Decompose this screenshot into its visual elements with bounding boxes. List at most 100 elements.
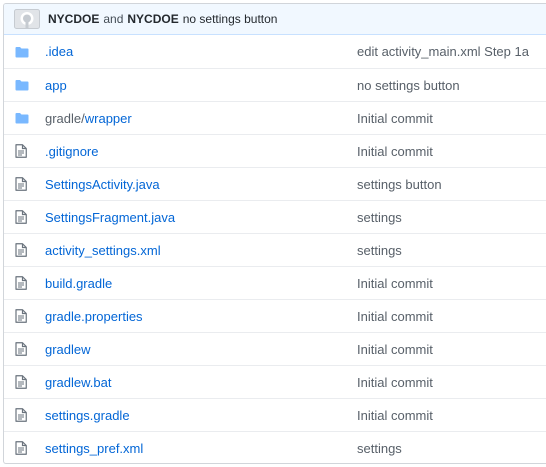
- commit-message-cell: no settings button: [357, 78, 546, 93]
- entry-name: SettingsFragment.java: [45, 209, 176, 225]
- file-row[interactable]: app no settings button: [4, 68, 546, 101]
- commit-message-link[interactable]: Initial commit: [357, 408, 433, 423]
- file-link[interactable]: settings.gradle: [45, 408, 130, 423]
- entry-name: gradlew: [45, 341, 91, 357]
- commit-message-link[interactable]: Initial commit: [357, 375, 433, 390]
- latest-commit-bar: NYCDOE and NYCDOE no settings button: [4, 4, 546, 35]
- file-icon: [4, 144, 45, 158]
- entry-name: settings_pref.xml: [45, 440, 144, 456]
- commit-join-word: and: [103, 12, 124, 26]
- commit-message-link[interactable]: Initial commit: [357, 276, 433, 291]
- file-icon: [4, 309, 45, 323]
- file-icon: [4, 210, 45, 224]
- file-list: .idea edit activity_main.xml Step 1a app no…: [4, 35, 546, 463]
- file-row[interactable]: gradlew Initial commit: [4, 332, 546, 365]
- file-link[interactable]: SettingsActivity.java: [45, 177, 160, 192]
- file-icon: [4, 342, 45, 356]
- file-row[interactable]: settings.gradle Initial commit: [4, 398, 546, 431]
- commit-message-cell: Initial commit: [357, 309, 546, 324]
- commit-author[interactable]: NYCDOE: [48, 12, 99, 26]
- entry-name: build.gradle: [45, 275, 113, 291]
- commit-message-cell: Initial commit: [357, 408, 546, 423]
- commit-committer[interactable]: NYCDOE: [127, 12, 178, 26]
- file-row[interactable]: settings_pref.xml settings: [4, 431, 546, 463]
- file-name-cell: gradlew: [45, 342, 357, 357]
- file-icon: [4, 441, 45, 455]
- file-name-cell: settings.gradle: [45, 408, 357, 423]
- commit-message[interactable]: no settings button: [183, 12, 278, 26]
- commit-message-link[interactable]: settings: [357, 441, 402, 456]
- file-row[interactable]: activity_settings.xml settings: [4, 233, 546, 266]
- file-row[interactable]: .idea edit activity_main.xml Step 1a: [4, 35, 546, 68]
- commit-message-link[interactable]: settings: [357, 243, 402, 258]
- entry-name: settings.gradle: [45, 407, 130, 423]
- commit-message-link[interactable]: Initial commit: [357, 309, 433, 324]
- file-row[interactable]: build.gradle Initial commit: [4, 266, 546, 299]
- file-row[interactable]: gradlew.bat Initial commit: [4, 365, 546, 398]
- commit-message-link[interactable]: no settings button: [357, 78, 460, 93]
- file-name-cell: .gitignore: [45, 144, 357, 159]
- commit-message-cell: Initial commit: [357, 144, 546, 159]
- folder-link[interactable]: gradle/wrapper: [45, 111, 132, 126]
- file-name-cell: .idea: [45, 44, 357, 59]
- folder-link[interactable]: .idea: [45, 44, 73, 59]
- file-row[interactable]: .gitignore Initial commit: [4, 134, 546, 167]
- file-name-cell: activity_settings.xml: [45, 243, 357, 258]
- file-name-cell: gradle.properties: [45, 309, 357, 324]
- commit-message-cell: settings: [357, 243, 546, 258]
- commit-message-cell: settings button: [357, 177, 546, 192]
- commit-message-link[interactable]: edit activity_main.xml Step 1a: [357, 44, 529, 59]
- commit-message-link[interactable]: settings button: [357, 177, 442, 192]
- file-link[interactable]: SettingsFragment.java: [45, 210, 175, 225]
- commit-message-cell: settings: [357, 210, 546, 225]
- folder-icon: [4, 79, 45, 91]
- file-link[interactable]: .gitignore: [45, 144, 98, 159]
- path-prefix: gradle/: [45, 110, 85, 126]
- file-name-cell: build.gradle: [45, 276, 357, 291]
- entry-name: .gitignore: [45, 143, 99, 159]
- file-icon: [4, 177, 45, 191]
- file-name-cell: gradlew.bat: [45, 375, 357, 390]
- commit-message-cell: edit activity_main.xml Step 1a: [357, 44, 546, 59]
- file-link[interactable]: gradlew.bat: [45, 375, 112, 390]
- commit-message-cell: settings: [357, 441, 546, 456]
- commit-message-link[interactable]: settings: [357, 210, 402, 225]
- commit-message-link[interactable]: Initial commit: [357, 111, 433, 126]
- commit-message-cell: Initial commit: [357, 375, 546, 390]
- file-row[interactable]: gradle/wrapper Initial commit: [4, 101, 546, 134]
- entry-name: wrapper: [84, 110, 132, 126]
- entry-name: app: [45, 77, 67, 93]
- file-link[interactable]: gradle.properties: [45, 309, 143, 324]
- file-icon: [4, 243, 45, 257]
- avatar[interactable]: [14, 9, 40, 29]
- commit-message-cell: Initial commit: [357, 276, 546, 291]
- file-icon: [4, 375, 45, 389]
- file-link[interactable]: activity_settings.xml: [45, 243, 161, 258]
- file-link[interactable]: settings_pref.xml: [45, 441, 143, 456]
- entry-name: .idea: [45, 44, 74, 59]
- entry-name: gradle.properties: [45, 308, 143, 324]
- folder-icon: [4, 112, 45, 124]
- file-link[interactable]: build.gradle: [45, 276, 112, 291]
- entry-name: activity_settings.xml: [45, 242, 161, 258]
- commit-message-cell: Initial commit: [357, 111, 546, 126]
- file-name-cell: SettingsFragment.java: [45, 210, 357, 225]
- file-row[interactable]: gradle.properties Initial commit: [4, 299, 546, 332]
- commit-message-link[interactable]: Initial commit: [357, 342, 433, 357]
- file-name-cell: settings_pref.xml: [45, 441, 357, 456]
- commit-message-link[interactable]: Initial commit: [357, 144, 433, 159]
- file-icon: [4, 408, 45, 422]
- file-link[interactable]: gradlew: [45, 342, 91, 357]
- commit-message-cell: Initial commit: [357, 342, 546, 357]
- file-row[interactable]: SettingsActivity.java settings button: [4, 167, 546, 200]
- folder-icon: [4, 46, 45, 58]
- file-browser: NYCDOE and NYCDOE no settings button .id…: [3, 3, 546, 464]
- file-icon: [4, 276, 45, 290]
- entry-name: gradlew.bat: [45, 374, 112, 390]
- folder-link[interactable]: app: [45, 78, 67, 93]
- file-name-cell: gradle/wrapper: [45, 111, 357, 126]
- entry-name: SettingsActivity.java: [45, 176, 160, 192]
- file-name-cell: SettingsActivity.java: [45, 177, 357, 192]
- file-row[interactable]: SettingsFragment.java settings: [4, 200, 546, 233]
- file-name-cell: app: [45, 78, 357, 93]
